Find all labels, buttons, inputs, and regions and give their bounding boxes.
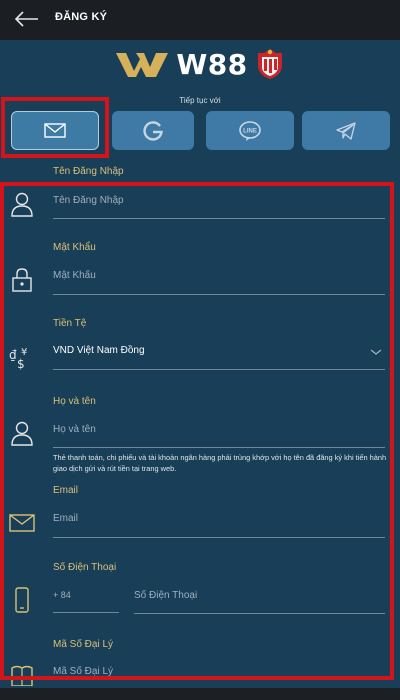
password-input[interactable] xyxy=(53,265,383,285)
telegram-icon xyxy=(336,121,356,140)
w88-logo-mark xyxy=(116,53,169,77)
arrow-left-icon xyxy=(14,11,38,27)
fullname-hint: Thẻ thanh toán, chi phiếu và tài khoản n… xyxy=(53,453,387,473)
phone-country-code[interactable]: + 84 xyxy=(53,590,71,600)
bottom-navigation-bar xyxy=(0,688,400,700)
currency-underline xyxy=(53,369,385,370)
user-icon xyxy=(8,190,36,218)
phone-underline xyxy=(134,613,385,614)
club-crest-icon xyxy=(257,49,282,79)
telegram-signup-button[interactable] xyxy=(302,111,390,150)
svg-text:LINE: LINE xyxy=(243,128,257,134)
email-underline xyxy=(53,537,385,538)
page-title: ĐĂNG KÝ xyxy=(55,11,108,23)
book-icon xyxy=(8,664,36,686)
fullname-label: Họ và tên xyxy=(53,396,96,407)
email-label: Email xyxy=(53,485,79,496)
logo-text: W88 xyxy=(176,47,248,81)
google-icon xyxy=(143,120,163,141)
chevron-down-icon[interactable] xyxy=(370,347,382,357)
password-label: Mật Khẩu xyxy=(53,242,96,253)
svg-text:₫: ₫ xyxy=(9,348,17,362)
agent-code-label: Mã Số Đại Lý xyxy=(53,639,114,650)
currency-select[interactable]: VND Việt Nam Đồng xyxy=(53,345,145,356)
username-input[interactable] xyxy=(53,190,383,210)
user-icon xyxy=(8,419,36,447)
username-label: Tên Đăng Nhập xyxy=(53,166,124,177)
top-bar: ĐĂNG KÝ xyxy=(0,0,400,40)
envelope-icon xyxy=(44,123,66,138)
currency-label: Tiền Tệ xyxy=(53,318,87,329)
phone-prefix-underline xyxy=(53,612,119,613)
phone-icon xyxy=(8,586,36,614)
currency-icon: ₫ ¥ $ xyxy=(8,343,36,371)
email-signup-button[interactable] xyxy=(11,111,99,150)
google-signup-button[interactable] xyxy=(112,111,194,150)
phone-label: Số Điện Thoại xyxy=(53,562,117,573)
svg-text:$: $ xyxy=(17,357,25,370)
back-button[interactable] xyxy=(12,8,40,30)
fullname-underline xyxy=(53,447,385,448)
line-chat-icon: LINE xyxy=(239,120,261,141)
envelope-icon xyxy=(8,509,36,537)
line-signup-button[interactable]: LINE xyxy=(206,111,294,150)
agent-code-input[interactable] xyxy=(53,661,383,681)
username-underline xyxy=(53,218,385,219)
fullname-input[interactable] xyxy=(53,419,383,439)
brand-logo: W88 xyxy=(0,44,400,84)
password-underline xyxy=(53,294,385,295)
email-input[interactable] xyxy=(53,508,383,528)
phone-input[interactable] xyxy=(134,585,384,605)
lock-icon xyxy=(8,266,36,294)
continue-with-label: Tiếp tục với xyxy=(179,96,221,105)
